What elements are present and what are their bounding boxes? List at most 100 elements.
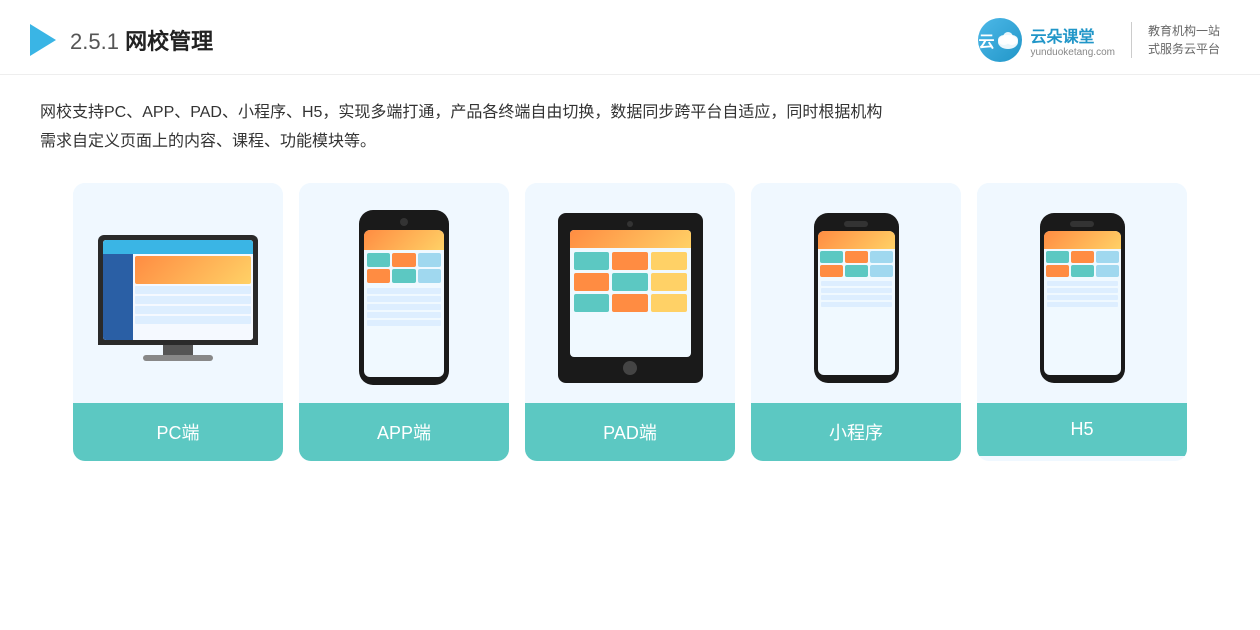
- phone-icon: [367, 253, 390, 267]
- cloud-icon: [994, 26, 1022, 54]
- h5-phone: [1040, 213, 1125, 383]
- pc-stand: [163, 345, 193, 355]
- pc-base: [143, 355, 213, 361]
- phone-icon: [418, 253, 441, 267]
- pc-content-row: [135, 286, 251, 294]
- miniprogram-screen-top: [818, 231, 895, 249]
- miniprogram-icon: [845, 251, 868, 263]
- pad-screen-grid: [570, 248, 691, 316]
- card-image-h5: [977, 183, 1187, 403]
- header-right: 云朵课堂 yunduoketang.com 教育机构一站 式服务云平台: [978, 18, 1220, 62]
- phone-icon: [392, 253, 415, 267]
- pad-camera: [627, 221, 633, 227]
- h5-content-rows: [1044, 279, 1121, 311]
- miniprogram-screen: [818, 231, 895, 375]
- pc-device: [93, 235, 263, 361]
- logo-triangle-icon: [30, 24, 56, 56]
- miniprogram-icon: [820, 265, 843, 277]
- cards-section: PC端: [0, 173, 1260, 481]
- phone-icon: [367, 269, 390, 283]
- pad-grid-item: [612, 252, 648, 270]
- card-image-pad: [525, 183, 735, 403]
- page-container: 2.5.1 网校管理 云朵课堂 yunduoketa: [0, 0, 1260, 630]
- pc-screen-bar: [103, 240, 253, 254]
- card-pad: PAD端: [525, 183, 735, 461]
- pad-grid-item: [612, 273, 648, 291]
- pc-content-row: [135, 296, 251, 304]
- brand-icon: [978, 18, 1022, 62]
- h5-phone-notch: [1070, 221, 1094, 227]
- card-label-h5: H5: [977, 403, 1187, 456]
- brand-text: 云朵课堂 yunduoketang.com: [1030, 23, 1115, 58]
- page-title: 2.5.1 网校管理: [70, 24, 213, 56]
- phone-screen-icons: [364, 250, 444, 286]
- pad-grid-item: [574, 252, 610, 270]
- pad-grid-item: [574, 294, 610, 312]
- pc-screen-body: [103, 254, 253, 340]
- card-miniprogram: 小程序: [751, 183, 961, 461]
- miniprogram-icons: [818, 249, 895, 279]
- pc-sidebar: [103, 254, 133, 340]
- description-line1: 网校支持PC、APP、PAD、小程序、H5，实现多端打通，产品各终端自由切换，数…: [40, 104, 882, 121]
- pad-home-button: [623, 361, 637, 375]
- phone-screen-top: [364, 230, 444, 250]
- h5-screen-top: [1044, 231, 1121, 249]
- card-app: APP端: [299, 183, 509, 461]
- card-image-pc: [73, 183, 283, 403]
- h5-icon: [1096, 251, 1119, 263]
- brand-logo: 云朵课堂 yunduoketang.com 教育机构一站 式服务云平台: [978, 18, 1220, 62]
- pad-grid-item: [651, 294, 687, 312]
- phone-icon: [392, 269, 415, 283]
- pc-content-row: [135, 306, 251, 314]
- section-number: 2.5.1: [70, 29, 119, 54]
- card-pc: PC端: [73, 183, 283, 461]
- h5-icons: [1044, 249, 1121, 279]
- h5-icon: [1046, 265, 1069, 277]
- pad-grid-item: [651, 273, 687, 291]
- miniprogram-phone: [814, 213, 899, 383]
- card-h5: H5: [977, 183, 1187, 461]
- card-label-pc: PC端: [73, 403, 283, 461]
- card-image-app: [299, 183, 509, 403]
- pad-screen-top: [570, 230, 691, 248]
- pad-grid-item: [651, 252, 687, 270]
- phone-content-rows: [364, 286, 444, 330]
- brand-name: 云朵课堂: [1030, 23, 1115, 47]
- description-text: 网校支持PC、APP、PAD、小程序、H5，实现多端打通，产品各终端自由切换，数…: [40, 99, 1220, 157]
- pc-screen-content: [103, 240, 253, 340]
- header-left: 2.5.1 网校管理: [30, 24, 213, 56]
- h5-icon: [1046, 251, 1069, 263]
- card-image-miniprogram: [751, 183, 961, 403]
- h5-icon: [1071, 265, 1094, 277]
- pc-content-row: [135, 316, 251, 324]
- brand-divider: [1131, 22, 1132, 58]
- card-label-miniprogram: 小程序: [751, 403, 961, 461]
- app-phone-device: [359, 210, 449, 385]
- description-section: 网校支持PC、APP、PAD、小程序、H5，实现多端打通，产品各终端自由切换，数…: [0, 75, 1260, 173]
- pc-monitor: [98, 235, 258, 345]
- pc-screen: [103, 240, 253, 340]
- pad-grid-item: [574, 273, 610, 291]
- pad-grid-item: [612, 294, 648, 312]
- app-phone-screen: [364, 230, 444, 377]
- description-line2: 需求自定义页面上的内容、课程、功能模块等。: [40, 133, 376, 150]
- phone-camera: [400, 218, 408, 226]
- miniprogram-content-rows: [818, 279, 895, 311]
- miniprogram-icon: [870, 265, 893, 277]
- miniprogram-icon: [845, 265, 868, 277]
- h5-screen: [1044, 231, 1121, 375]
- miniprogram-icon: [820, 251, 843, 263]
- pad-device: [558, 213, 703, 383]
- h5-icon: [1071, 251, 1094, 263]
- pc-main-area: [133, 254, 253, 340]
- miniprogram-icon: [870, 251, 893, 263]
- phone-icon: [418, 269, 441, 283]
- card-label-pad: PAD端: [525, 403, 735, 461]
- phone-notch: [844, 221, 868, 227]
- h5-icon: [1096, 265, 1119, 277]
- brand-url: yunduoketang.com: [1030, 47, 1115, 58]
- header: 2.5.1 网校管理 云朵课堂 yunduoketa: [0, 0, 1260, 75]
- card-label-app: APP端: [299, 403, 509, 461]
- brand-slogan: 教育机构一站 式服务云平台: [1148, 22, 1220, 58]
- section-name: 网校管理: [125, 29, 213, 54]
